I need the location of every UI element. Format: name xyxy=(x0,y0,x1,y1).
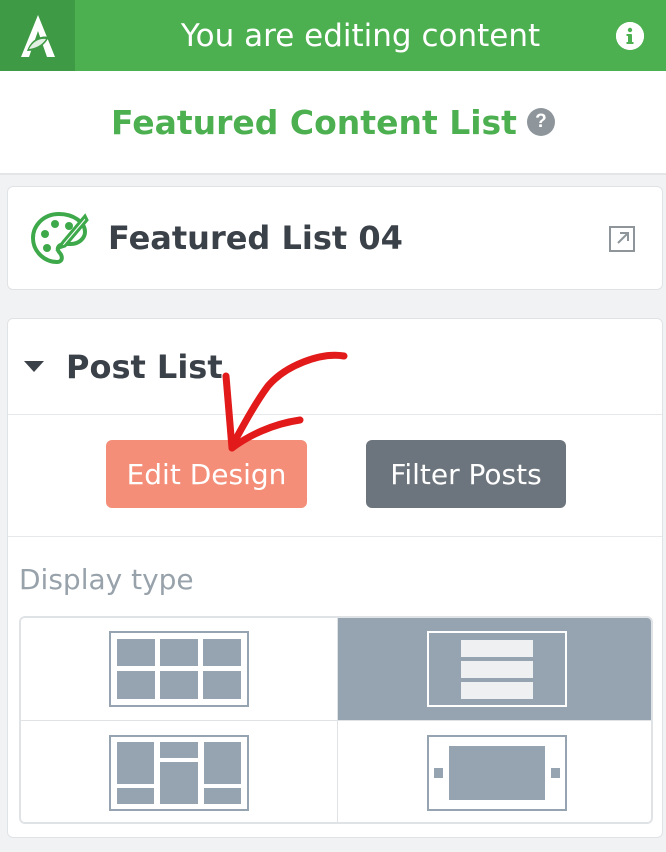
question-icon[interactable]: ? xyxy=(526,108,555,136)
list-layout-icon xyxy=(426,631,567,707)
external-link-icon[interactable] xyxy=(608,225,636,253)
display-type-label: Display type xyxy=(19,563,194,596)
display-type-list[interactable] xyxy=(338,618,651,721)
post-list-header[interactable]: Post List xyxy=(8,319,662,415)
featured-list-name: Featured List 04 xyxy=(108,219,403,257)
top-bar: You are editing content xyxy=(0,0,666,71)
post-list-panel: Post List Edit Design Filter Posts Displ… xyxy=(7,318,663,838)
display-type-carousel[interactable] xyxy=(338,721,651,822)
page-header: Featured Content List ? xyxy=(0,71,666,175)
display-type-masonry[interactable] xyxy=(21,721,338,822)
carousel-layout-icon xyxy=(426,734,567,811)
post-list-actions: Edit Design Filter Posts xyxy=(8,415,662,537)
featured-list-card[interactable]: Featured List 04 xyxy=(7,186,663,290)
edit-design-button[interactable]: Edit Design xyxy=(106,440,307,508)
page-title: Featured Content List xyxy=(111,102,517,142)
post-list-title: Post List xyxy=(66,347,223,386)
editing-status-title: You are editing content xyxy=(180,17,541,54)
display-type-selector xyxy=(19,616,653,824)
masonry-layout-icon xyxy=(109,734,249,811)
caret-down-icon xyxy=(24,361,44,372)
palette-icon xyxy=(28,207,90,269)
filter-posts-button[interactable]: Filter Posts xyxy=(366,440,566,508)
display-type-grid[interactable] xyxy=(21,618,338,721)
grid-layout-icon xyxy=(109,631,249,707)
info-icon[interactable] xyxy=(616,22,644,50)
